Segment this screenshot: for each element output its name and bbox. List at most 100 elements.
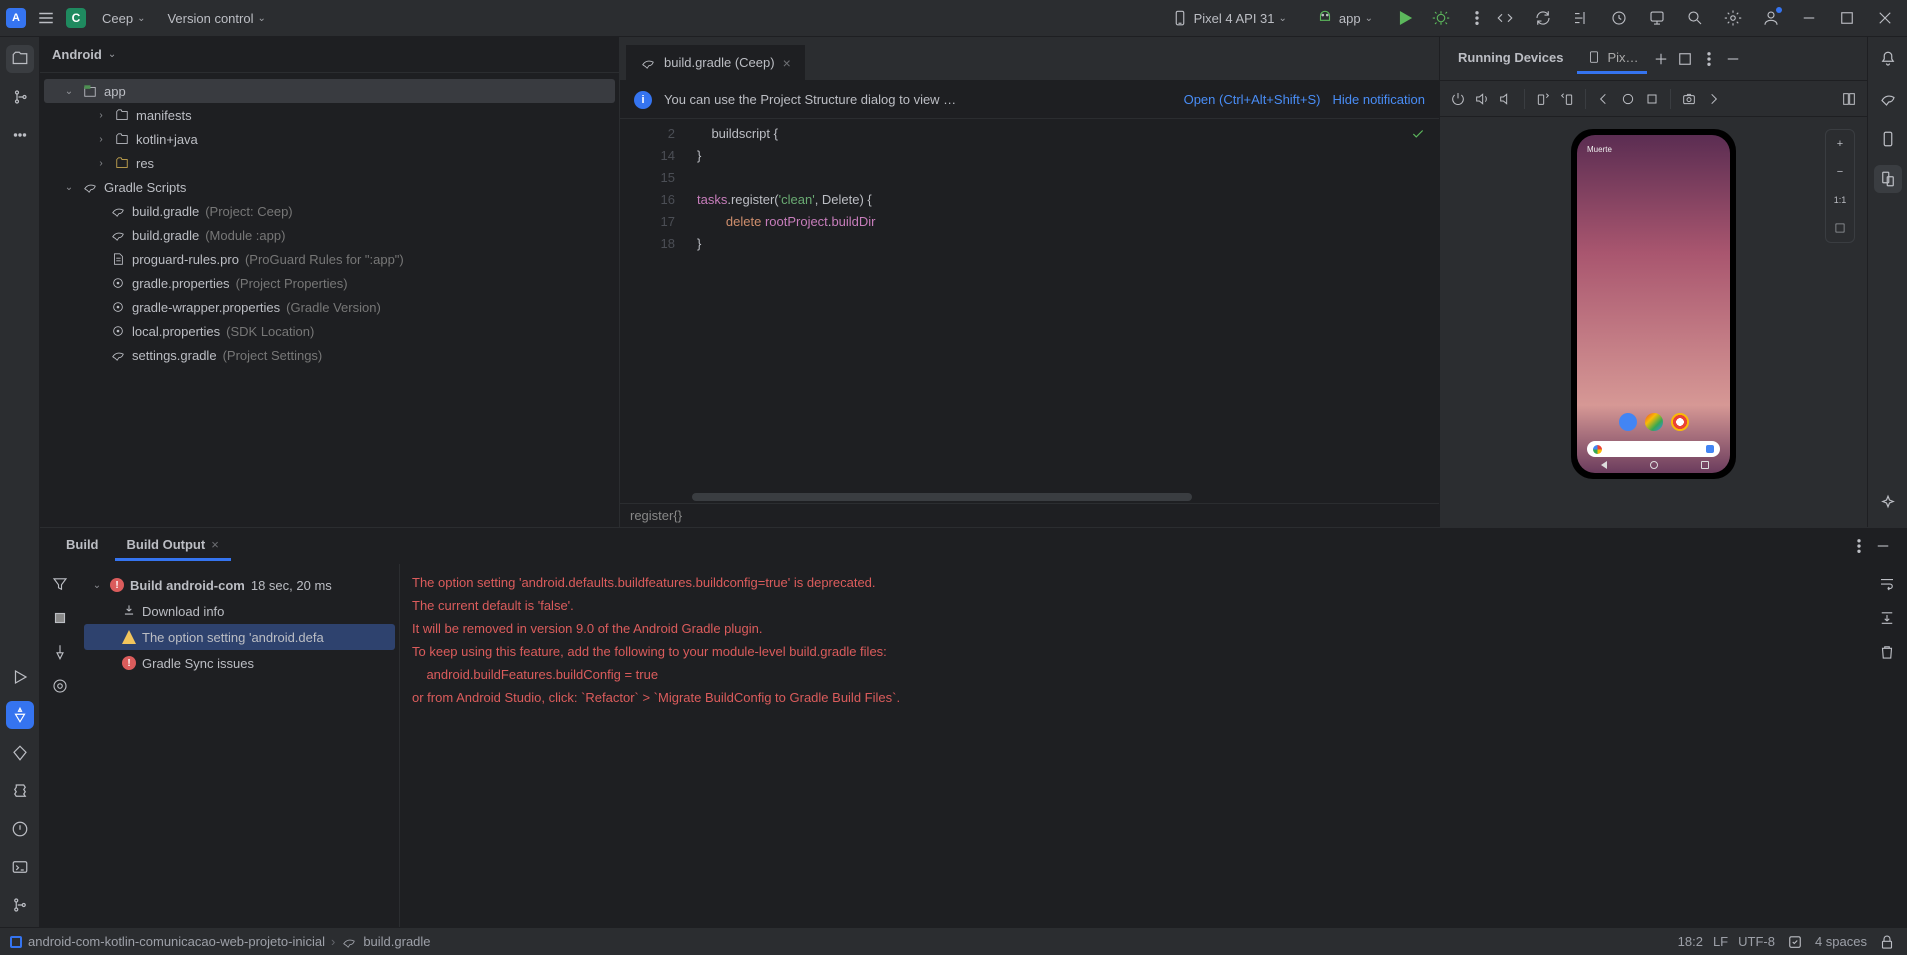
maximize-button[interactable] <box>1837 8 1857 28</box>
settings-icon[interactable] <box>1723 8 1743 28</box>
dock-app-2[interactable] <box>1645 413 1663 431</box>
gradle-tool-icon[interactable] <box>1874 85 1902 113</box>
panel-options-icon[interactable] <box>1849 536 1869 556</box>
crumb-project[interactable]: android-com-kotlin-comunicacao-web-proje… <box>28 934 325 949</box>
clear-icon[interactable] <box>1877 642 1897 662</box>
nav-overview-icon[interactable] <box>1701 461 1709 469</box>
scroll-end-icon[interactable] <box>1877 608 1897 628</box>
window-icon[interactable] <box>1675 49 1695 69</box>
search-pill[interactable] <box>1587 441 1720 457</box>
breadcrumb[interactable]: android-com-kotlin-comunicacao-web-proje… <box>10 934 431 950</box>
expand-icon[interactable]: ⌄ <box>90 580 104 591</box>
notification-open-link[interactable]: Open (Ctrl+Alt+Shift+S) <box>1184 92 1321 107</box>
editor-tab-build-gradle[interactable]: build.gradle (Ceep) × <box>626 44 805 80</box>
back-icon[interactable] <box>1594 89 1614 109</box>
more-tool-icon[interactable] <box>6 121 34 149</box>
running-devices-tool-icon[interactable] <box>1874 165 1902 193</box>
dock-app-1[interactable] <box>1619 413 1637 431</box>
volume-down-icon[interactable] <box>1496 89 1516 109</box>
tree-node-gradle-properties[interactable]: gradle.properties (Project Properties) <box>44 271 615 295</box>
caret-position[interactable]: 18:2 <box>1678 934 1703 949</box>
tree-node-settings-gradle[interactable]: settings.gradle (Project Settings) <box>44 343 615 367</box>
soft-wrap-icon[interactable] <box>1877 574 1897 594</box>
home-icon[interactable] <box>1618 89 1638 109</box>
expand-icon[interactable]: ⌄ <box>62 182 76 193</box>
app-inspection-icon[interactable] <box>1647 8 1667 28</box>
indent-setting[interactable]: 4 spaces <box>1815 934 1867 949</box>
lock-icon[interactable] <box>1877 932 1897 952</box>
tree-node-local-properties[interactable]: local.properties (SDK Location) <box>44 319 615 343</box>
crumb-file[interactable]: build.gradle <box>363 934 430 949</box>
build-output-console[interactable]: The option setting 'android.defaults.bui… <box>400 564 1867 927</box>
editor-breadcrumb[interactable]: register{} <box>620 503 1439 527</box>
code-content[interactable]: buildscript { } tasks.register('clean', … <box>685 119 1439 491</box>
reload-icon[interactable] <box>1533 8 1553 28</box>
device-screen[interactable]: Muerte <box>1577 135 1730 473</box>
account-icon[interactable] <box>1761 8 1781 28</box>
inspection-indicator-icon[interactable] <box>1785 932 1805 952</box>
project-pane-header[interactable]: Android ⌄ <box>40 37 619 73</box>
zoom-fit-button[interactable] <box>1826 214 1854 242</box>
tree-node-kotlin-java[interactable]: › kotlin+java <box>44 127 615 151</box>
project-tool-icon[interactable] <box>6 45 34 73</box>
project-selector[interactable]: Ceep⌄ <box>96 7 151 30</box>
file-encoding[interactable]: UTF-8 <box>1738 934 1775 949</box>
build-tree-root[interactable]: ⌄ ! Build android-com 18 sec, 20 ms <box>84 572 395 598</box>
stop-icon[interactable] <box>50 608 70 628</box>
commit-tool-icon[interactable] <box>6 83 34 111</box>
power-icon[interactable] <box>1448 89 1468 109</box>
editor-tab-options-icon[interactable] <box>1415 60 1439 80</box>
main-menu-icon[interactable] <box>36 8 56 28</box>
tree-node-manifests[interactable]: › manifests <box>44 103 615 127</box>
nav-back-icon[interactable] <box>1599 461 1607 469</box>
expand-icon[interactable]: ⌄ <box>62 86 76 97</box>
add-tab-icon[interactable] <box>1651 49 1671 69</box>
close-tab-icon[interactable]: × <box>783 55 791 71</box>
layout-icon[interactable] <box>1839 89 1859 109</box>
minimize-button[interactable] <box>1799 8 1819 28</box>
vcs-menu[interactable]: Version control⌄ <box>161 7 271 30</box>
logcat-tool-icon[interactable] <box>6 777 34 805</box>
overview-icon[interactable] <box>1642 89 1662 109</box>
run-button[interactable] <box>1395 8 1415 28</box>
ai-assistant-icon[interactable] <box>1874 489 1902 517</box>
notification-hide-link[interactable]: Hide notification <box>1333 92 1426 107</box>
close-button[interactable] <box>1875 8 1895 28</box>
tree-node-app[interactable]: ⌄ app <box>44 79 615 103</box>
build-tool-icon[interactable] <box>6 701 34 729</box>
expand-icon[interactable]: › <box>94 134 108 145</box>
editor-scrollbar-h[interactable] <box>620 491 1439 503</box>
nav-home-icon[interactable] <box>1650 461 1658 469</box>
minimize-pane-icon[interactable] <box>1723 49 1743 69</box>
device-selector[interactable]: Pixel 4 API 31⌄ <box>1164 4 1293 32</box>
running-devices-title[interactable]: Running Devices <box>1448 44 1573 74</box>
hide-panel-icon[interactable] <box>1873 536 1893 556</box>
screenshot-icon[interactable] <box>1679 89 1699 109</box>
zoom-out-button[interactable]: − <box>1826 158 1854 186</box>
run-tool-icon[interactable] <box>6 663 34 691</box>
dock-app-3[interactable] <box>1671 413 1689 431</box>
diamond-tool-icon[interactable] <box>6 739 34 767</box>
build-tree-warning[interactable]: The option setting 'android.defa <box>84 624 395 650</box>
build-tab[interactable]: Build <box>54 531 111 561</box>
zoom-1to1-button[interactable]: 1:1 <box>1826 186 1854 214</box>
debug-button[interactable] <box>1431 8 1451 28</box>
breadcrumb-item[interactable]: register{} <box>630 508 682 523</box>
inspection-ok-icon[interactable] <box>1411 127 1425 144</box>
tree-node-res[interactable]: › res <box>44 151 615 175</box>
tree-node-gradle-wrapper-properties[interactable]: gradle-wrapper.properties (Gradle Versio… <box>44 295 615 319</box>
pin-icon[interactable] <box>50 642 70 662</box>
run-config-selector[interactable]: app⌄ <box>1309 4 1379 32</box>
tree-node-proguard[interactable]: proguard-rules.pro (ProGuard Rules for "… <box>44 247 615 271</box>
tree-node-build-gradle-project[interactable]: build.gradle (Project: Ceep) <box>44 199 615 223</box>
volume-up-icon[interactable] <box>1472 89 1492 109</box>
terminal-tool-icon[interactable] <box>6 853 34 881</box>
line-separator[interactable]: LF <box>1713 934 1728 949</box>
vcs-tool-icon[interactable] <box>6 891 34 919</box>
problems-tool-icon[interactable] <box>6 815 34 843</box>
device-file-explorer-icon[interactable] <box>1874 125 1902 153</box>
more-actions-icon[interactable] <box>1467 8 1487 28</box>
profiler-icon[interactable] <box>1609 8 1629 28</box>
close-tab-icon[interactable]: × <box>211 537 219 552</box>
tree-node-gradle-scripts[interactable]: ⌄ Gradle Scripts <box>44 175 615 199</box>
